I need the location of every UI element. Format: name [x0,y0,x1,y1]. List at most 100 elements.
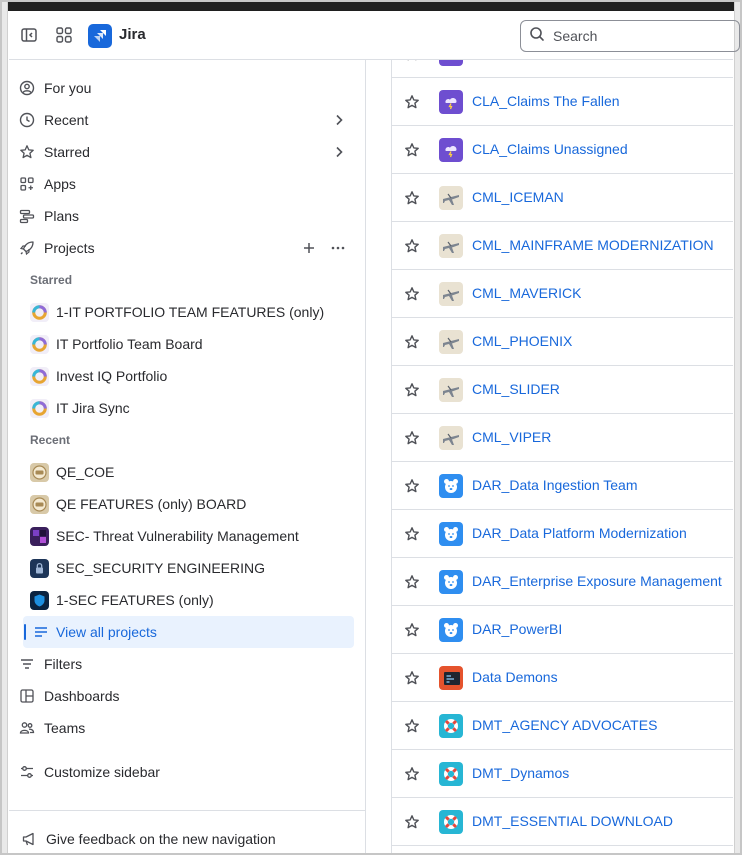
table-row[interactable]: DAR_PowerBI [392,606,733,654]
project-avatar-icon [439,90,463,114]
table-row[interactable]: DMT_Dynamos [392,750,733,798]
sidebar-item-label: Starred [44,144,90,160]
sidebar-project-item[interactable]: 1-SEC FEATURES (only) [9,584,366,616]
projects-table: CLA_Claims The Fallen CLA_Claims Unassign… [391,60,733,855]
project-name-link[interactable]: CML_MAVERICK [472,285,581,301]
sidebar-item-teams[interactable]: Teams [9,712,366,744]
star-toggle-icon[interactable] [404,142,420,158]
star-toggle-icon[interactable] [404,814,420,830]
table-row[interactable]: DMT_ESSENTIAL DOWNLOAD [392,798,733,846]
star-toggle-icon[interactable] [404,94,420,110]
view-all-projects-label: View all projects [56,624,157,640]
sidebar-item-starred[interactable]: Starred [9,136,366,168]
table-row[interactable]: CML_VIPER [392,414,733,462]
search-input[interactable]: Search [520,20,740,52]
chevron-right-icon[interactable] [331,144,347,160]
table-row[interactable]: CML_MAINFRAME MODERNIZATION [392,222,733,270]
project-name-link[interactable]: CML_PHOENIX [472,333,572,349]
project-avatar-icon [439,666,463,690]
star-toggle-icon[interactable] [404,190,420,206]
sidebar-item-label: Plans [44,208,80,224]
star-toggle-icon[interactable] [404,622,420,638]
table-row[interactable]: Data Demons [392,654,733,702]
feedback-button[interactable]: Give feedback on the new navigation [9,823,366,855]
project-name-link[interactable]: Data Demons [472,669,558,685]
sidebar-item-filters[interactable]: Filters [9,648,366,680]
table-row[interactable]: CML_SLIDER [392,366,733,414]
project-avatar-icon [30,463,49,482]
star-toggle-icon[interactable] [404,478,420,494]
project-avatar-icon [439,426,463,450]
project-name-link[interactable]: DMT_ESSENTIAL DOWNLOAD [472,813,673,829]
project-avatar-icon [439,714,463,738]
table-row[interactable]: DAR_Data Ingestion Team [392,462,733,510]
sidebar-item-projects[interactable]: Projects [9,232,366,264]
project-name-link[interactable]: DMT_AGENCY ADVOCATES [472,717,657,733]
sidebar-project-item[interactable]: IT Portfolio Team Board [9,328,366,360]
project-name-link[interactable]: CML_ICEMAN [472,189,564,205]
project-avatar-icon [439,570,463,594]
project-name-link[interactable]: CML_SLIDER [472,381,560,397]
star-toggle-icon[interactable] [404,718,420,734]
project-avatar-icon [439,330,463,354]
project-name-link[interactable]: DMT_Dynamos [472,765,569,781]
sidebar-project-item[interactable]: QE FEATURES (only) BOARD [9,488,366,520]
app-switcher-icon[interactable] [52,23,76,47]
star-toggle-icon[interactable] [404,574,420,590]
table-row[interactable]: DMT_AGENCY ADVOCATES [392,702,733,750]
project-name-link[interactable]: CLA_Claims Unassigned [472,141,628,157]
star-toggle-icon[interactable] [404,670,420,686]
app-name[interactable]: Jira [119,26,146,43]
table-row[interactable]: CLA_Claims Unassigned [392,126,733,174]
star-toggle-icon[interactable] [404,286,420,302]
customize-sidebar-button[interactable]: Customize sidebar [9,756,366,788]
plus-icon[interactable] [301,240,317,256]
project-name-link[interactable]: CML_MAINFRAME MODERNIZATION [472,237,714,253]
search-icon [529,26,545,47]
megaphone-icon [21,831,37,847]
table-row[interactable]: CML_ICEMAN [392,174,733,222]
sidebar-item-apps[interactable]: Apps [9,168,366,200]
table-row[interactable] [392,60,733,78]
star-toggle-icon[interactable] [404,238,420,254]
project-name-link[interactable]: DAR_Enterprise Exposure Management [472,573,722,589]
sidebar-item-plans[interactable]: Plans [9,200,366,232]
project-name-link[interactable]: DAR_Data Ingestion Team [472,477,638,493]
star-toggle-icon[interactable] [404,60,420,62]
sidebar-project-label: QE_COE [56,464,115,480]
jira-logo-icon[interactable] [88,24,112,48]
projects-list-panel: CLA_Claims The Fallen CLA_Claims Unassign… [367,60,733,855]
project-name-link[interactable]: CLA_Claims The Fallen [472,93,620,109]
star-toggle-icon[interactable] [404,526,420,542]
table-row[interactable]: CML_MAVERICK [392,270,733,318]
project-avatar-icon [30,303,49,322]
table-row[interactable]: DAR_Data Platform Modernization [392,510,733,558]
project-avatar-icon [30,335,49,354]
table-row[interactable]: CML_PHOENIX [392,318,733,366]
sidebar-item-for-you[interactable]: For you [9,72,366,104]
project-name-link[interactable]: CML_VIPER [472,429,551,445]
project-name-link[interactable]: DAR_PowerBI [472,621,562,637]
project-avatar-icon [439,186,463,210]
sidebar-project-label: SEC_SECURITY ENGINEERING [56,560,266,576]
view-all-projects-link[interactable]: View all projects [23,616,354,648]
project-name-link[interactable]: DAR_Data Platform Modernization [472,525,687,541]
sidebar-project-item[interactable]: 1-IT PORTFOLIO TEAM FEATURES (only) [9,296,366,328]
sidebar-toggle-icon[interactable] [17,23,41,47]
more-options-icon[interactable] [330,240,346,256]
star-toggle-icon[interactable] [404,430,420,446]
star-toggle-icon[interactable] [404,382,420,398]
table-row[interactable]: DAR_Enterprise Exposure Management [392,558,733,606]
star-toggle-icon[interactable] [404,766,420,782]
sidebar-project-item[interactable]: SEC- Threat Vulnerability Management [9,520,366,552]
star-toggle-icon[interactable] [404,334,420,350]
sidebar-project-item[interactable]: SEC_SECURITY ENGINEERING [9,552,366,584]
sidebar-project-item[interactable]: QE_COE [9,456,366,488]
sidebar-project-item[interactable]: Invest IQ Portfolio [9,360,366,392]
sidebar-project-label: SEC- Threat Vulnerability Management [56,528,299,544]
sidebar-item-dashboards[interactable]: Dashboards [9,680,366,712]
table-row[interactable]: CLA_Claims The Fallen [392,78,733,126]
sidebar-item-recent[interactable]: Recent [9,104,366,136]
sidebar-project-item[interactable]: IT Jira Sync [9,392,366,424]
chevron-right-icon[interactable] [331,112,347,128]
